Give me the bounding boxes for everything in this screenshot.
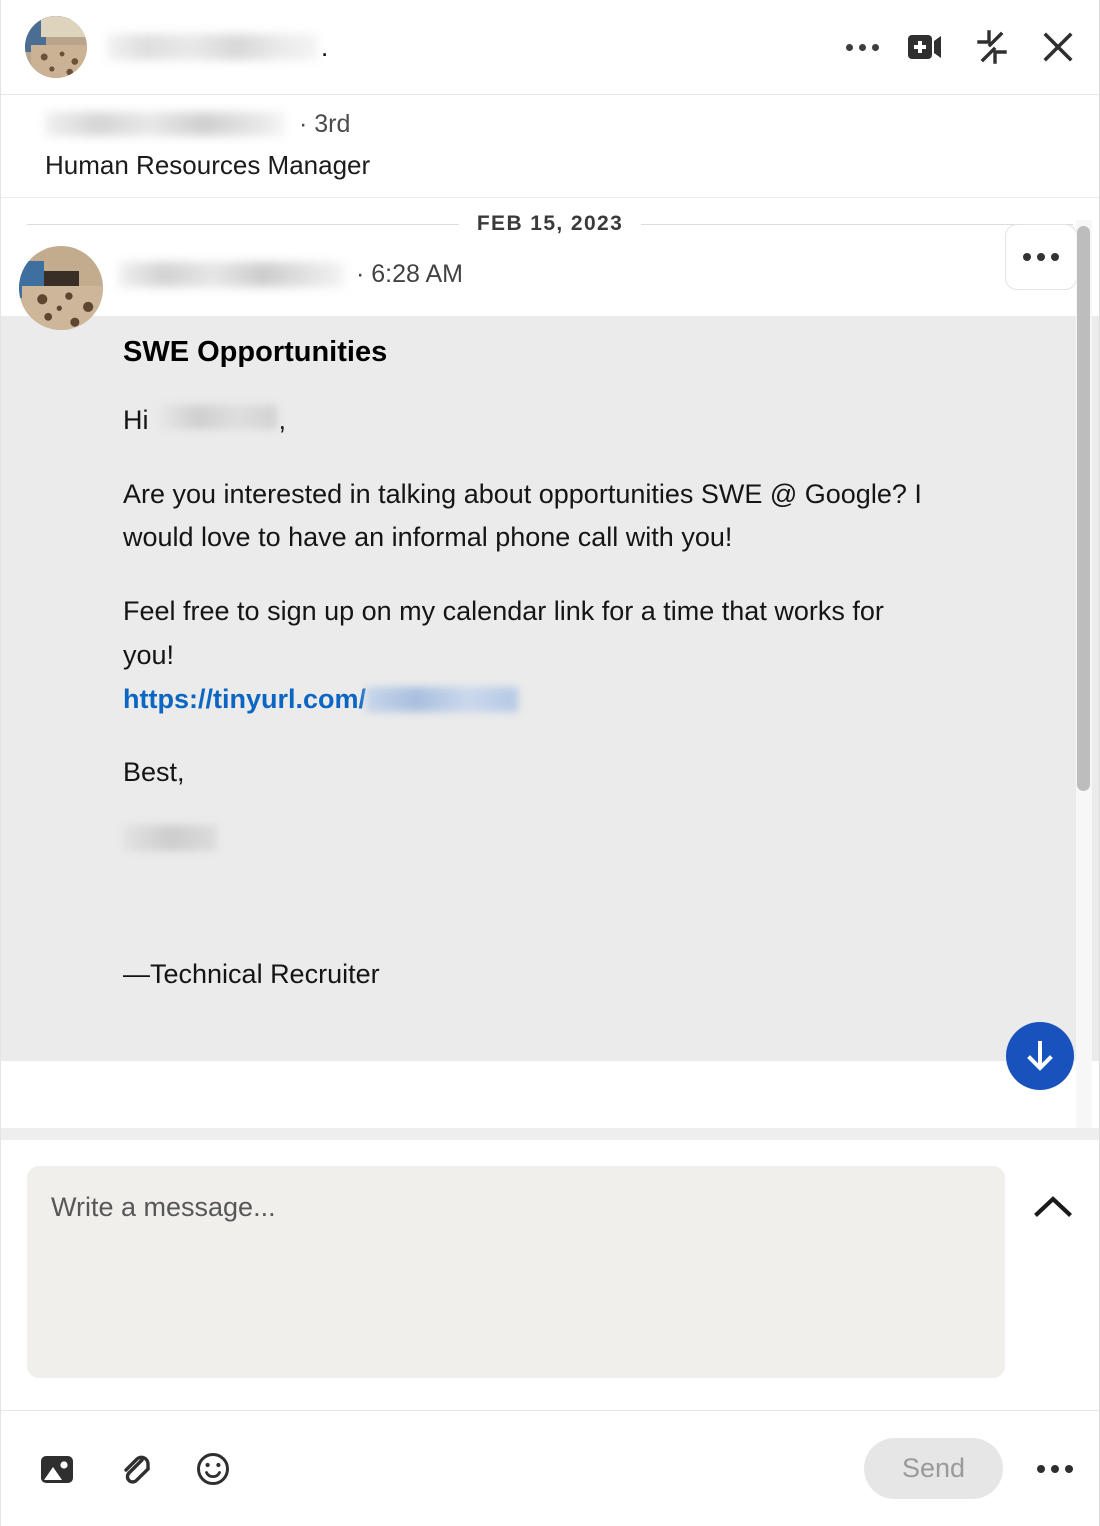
- attach-file-button[interactable]: [117, 1451, 153, 1487]
- ellipsis-icon: [1023, 253, 1059, 261]
- collapse-arrows-icon: [977, 30, 1007, 64]
- collapse-compose-button[interactable]: [1031, 1192, 1075, 1225]
- header-actions: [846, 28, 1077, 66]
- message-thread: FEB 15, 2023 · 6:28 AM SWE Opportunities: [1, 197, 1099, 1128]
- message-paragraph-2: Feel free to sign up on my calendar link…: [123, 596, 884, 714]
- message-subject: SWE Opportunities: [123, 336, 388, 368]
- greeting-prefix: Hi: [123, 405, 149, 435]
- compose-toolbar: Send: [1, 1410, 1099, 1526]
- attach-image-button[interactable]: [39, 1452, 75, 1486]
- thread-compose-separator: [1, 1128, 1099, 1140]
- insert-emoji-button[interactable]: [195, 1451, 231, 1487]
- divider-rule-left: [27, 223, 459, 225]
- message-paragraph-1: Are you interested in talking about oppo…: [123, 478, 922, 553]
- conversation-title: .: [107, 16, 846, 78]
- connection-degree: · 3rd: [299, 109, 351, 138]
- divider-rule-right: [641, 223, 1074, 225]
- send-controls: Send: [863, 1438, 1073, 1499]
- messaging-window: . · 3rd Human Resources Manager FEB 15, …: [0, 0, 1100, 1526]
- close-icon: [1043, 32, 1073, 62]
- signoff-text: Best,: [123, 757, 185, 788]
- name-trailing-dot: .: [321, 32, 329, 62]
- message-input-placeholder: Write a message...: [51, 1192, 276, 1222]
- conversation-header: .: [1, 0, 1099, 95]
- sender-row: · 6:28 AM: [119, 246, 463, 289]
- date-divider: FEB 15, 2023: [1, 198, 1099, 246]
- avatar[interactable]: [25, 16, 87, 78]
- sender-name-redacted: [119, 262, 344, 287]
- ellipsis-icon: [846, 43, 879, 51]
- signature-block: —Technical Recruiter: [123, 909, 933, 996]
- sender-avatar[interactable]: [19, 246, 103, 330]
- attachment-tools: [39, 1451, 231, 1487]
- participant-name-redacted: [45, 112, 285, 136]
- paperclip-icon: [124, 1455, 150, 1484]
- scroll-to-bottom-button[interactable]: [1006, 1022, 1074, 1090]
- more-options-button[interactable]: [846, 43, 879, 51]
- ellipsis-icon: [1037, 1464, 1073, 1473]
- close-window-button[interactable]: [1039, 28, 1077, 66]
- video-meeting-button[interactable]: [907, 32, 945, 62]
- message-input[interactable]: Write a message...: [27, 1166, 1005, 1378]
- calendar-link-redacted: [366, 686, 518, 712]
- calendar-link[interactable]: https://tinyurl.com/: [123, 684, 366, 714]
- participant-title: Human Resources Manager: [45, 150, 371, 180]
- message-options-button[interactable]: [1005, 224, 1077, 290]
- date-label: FEB 15, 2023: [476, 212, 624, 235]
- greeting-line: Hi ,: [123, 399, 933, 443]
- message-timestamp: · 6:28 AM: [356, 260, 464, 288]
- compose-area: Write a message...: [1, 1140, 1099, 1378]
- chevron-up-icon: [1034, 1196, 1072, 1217]
- message-header: · 6:28 AM: [1, 224, 1099, 330]
- minimize-window-button[interactable]: [973, 28, 1011, 66]
- signature-role: —Technical Recruiter: [123, 958, 380, 989]
- smiley-icon: [197, 1452, 229, 1485]
- send-button[interactable]: Send: [863, 1438, 1003, 1499]
- signoff-block: Best,: [123, 751, 933, 795]
- scroll-to-bottom-icon: [1027, 1041, 1053, 1071]
- contact-name-redacted: [107, 34, 317, 60]
- scrollbar-thumb[interactable]: [1077, 226, 1090, 791]
- compose-more-options-button[interactable]: [1037, 1464, 1073, 1473]
- greeting-suffix: ,: [278, 405, 287, 435]
- message-bubble: SWE Opportunities Hi , Are you intereste…: [1, 316, 1099, 1061]
- video-camera-plus-icon: [908, 35, 941, 59]
- message-body: Hi , Are you interested in talking about…: [123, 399, 933, 997]
- recipient-name-redacted: [158, 405, 277, 429]
- participant-info: · 3rd Human Resources Manager: [1, 95, 1099, 197]
- image-icon: [41, 1455, 73, 1483]
- participant-name-row: · 3rd: [45, 109, 1075, 139]
- signature-name-redacted: [123, 825, 217, 852]
